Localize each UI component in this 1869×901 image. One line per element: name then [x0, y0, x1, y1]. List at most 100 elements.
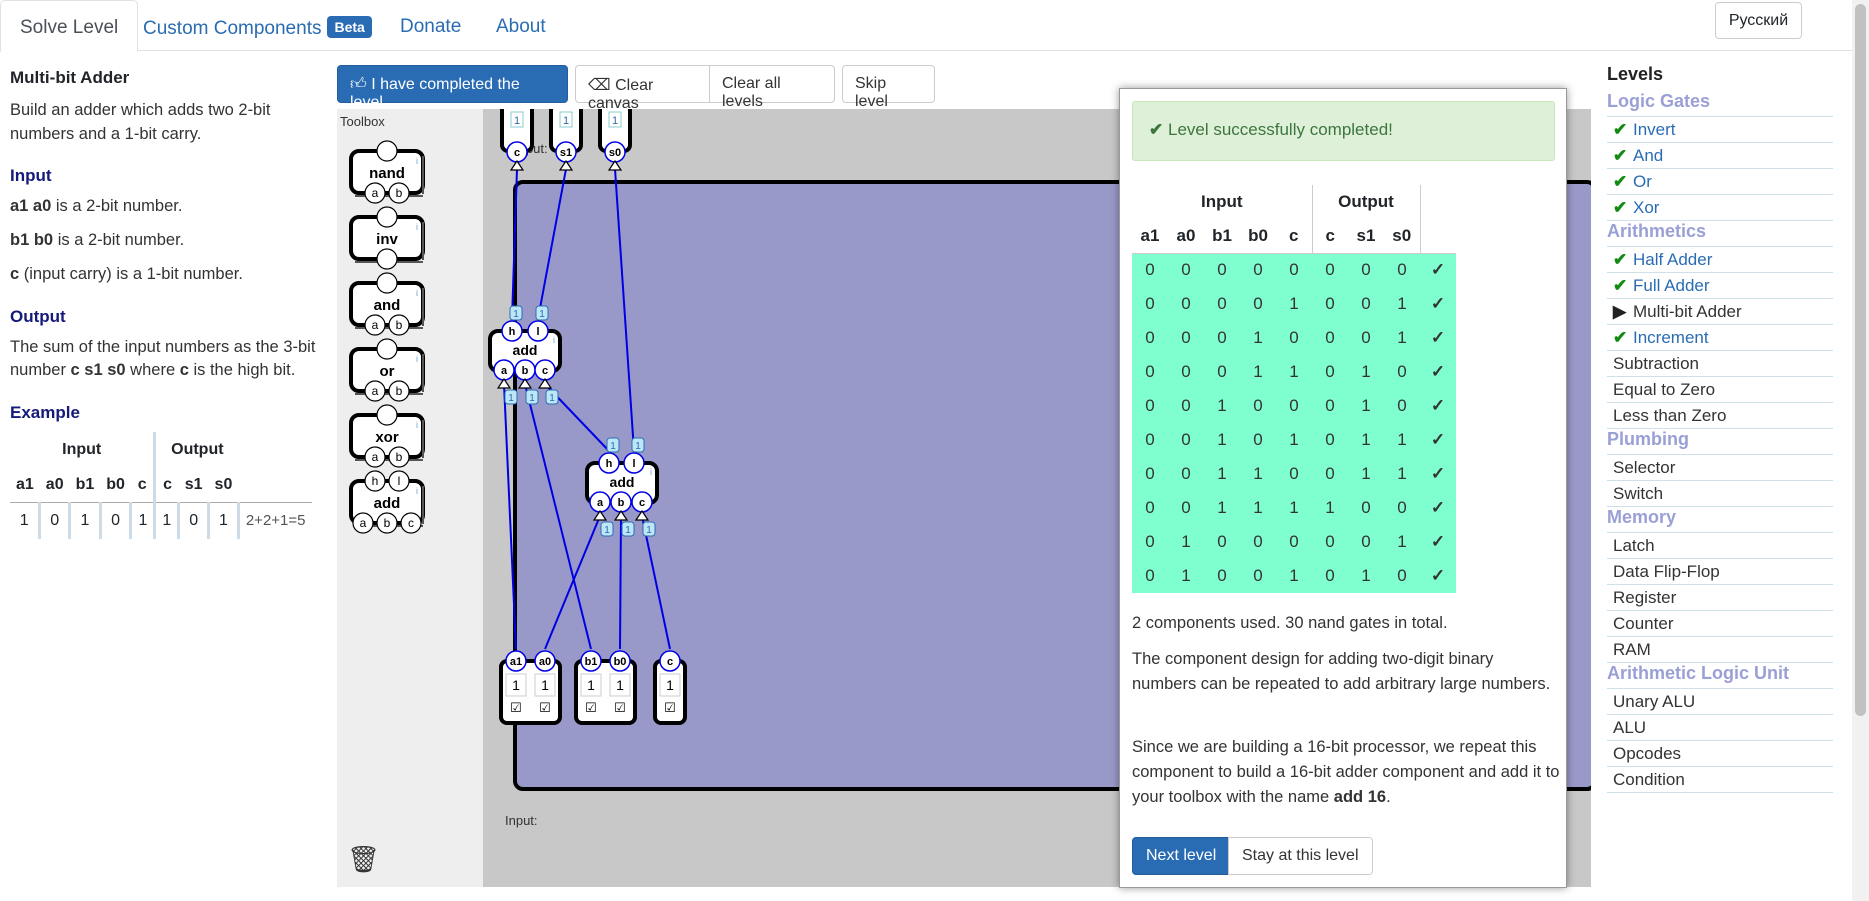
clear-canvas-button[interactable]: ⌫ Clear canvas	[575, 65, 710, 112]
truth-table-row: 0 0 0 1 0 0 0 1 ✓	[1132, 321, 1456, 355]
svg-text:1: 1	[541, 677, 549, 693]
toolbox: Toolbox nand i a b inv i and i a b or i a b xor i a b h l ad…	[337, 109, 483, 887]
level-item-multi-bit-adder[interactable]: ▶ Multi-bit Adder	[1607, 299, 1833, 325]
level-item-or[interactable]: ✔ Or	[1607, 169, 1833, 195]
level-item-opcodes[interactable]: Opcodes	[1607, 741, 1833, 767]
level-item-less-than-zero[interactable]: Less than Zero	[1607, 403, 1833, 429]
truth-col-header: c	[1312, 219, 1348, 254]
pin-label: a	[372, 384, 379, 398]
info-icon: i	[416, 486, 418, 496]
pin-label: a	[372, 318, 379, 332]
level-group-heading: Plumbing	[1607, 429, 1833, 455]
pin-label: a	[372, 186, 379, 200]
level-item-label: Half Adder	[1633, 250, 1713, 269]
tab-solve-level[interactable]: Solve Level	[0, 0, 139, 52]
tab-custom-components[interactable]: Custom Components Beta	[124, 0, 391, 52]
level-item-register[interactable]: Register	[1607, 585, 1833, 611]
svg-text:b1: b1	[585, 656, 598, 668]
output-heading: Output	[10, 306, 66, 326]
level-item-condition[interactable]: Condition	[1607, 767, 1833, 793]
tab-label: Custom Components	[143, 18, 322, 39]
language-button[interactable]: Русский	[1715, 2, 1802, 39]
row-check-icon: ✓	[1420, 491, 1456, 525]
pin-label: b	[384, 516, 391, 530]
level-item-half-adder[interactable]: ✔ Half Adder	[1607, 247, 1833, 273]
truth-col-header: s1	[1348, 219, 1384, 254]
next-level-button[interactable]: Next level	[1132, 837, 1231, 875]
input-checkbox: ☑	[614, 700, 626, 715]
stay-at-level-button[interactable]: Stay at this level	[1228, 837, 1373, 875]
svg-text:b: b	[618, 497, 625, 509]
pin-label: l	[398, 474, 401, 488]
level-item-switch[interactable]: Switch	[1607, 481, 1833, 507]
level-item-label: Subtraction	[1613, 354, 1699, 373]
top-nav: Solve Level Custom Components Beta Donate…	[0, 0, 1852, 52]
svg-text:1: 1	[625, 525, 631, 536]
truth-table-row: 0 0 0 1 1 0 1 0 ✓	[1132, 355, 1456, 389]
completed-level-button[interactable]: 👍︎ I have completed the level	[337, 65, 568, 111]
level-item-label: Selector	[1613, 458, 1676, 477]
level-item-label: Full Adder	[1633, 276, 1710, 295]
page-scrollbar[interactable]	[1852, 0, 1869, 901]
truth-col-header: a0	[1168, 219, 1204, 254]
svg-text:1: 1	[610, 441, 616, 452]
input-checkbox: ☑	[539, 700, 551, 715]
level-item-latch[interactable]: Latch	[1607, 533, 1833, 559]
level-item-alu[interactable]: ALU	[1607, 715, 1833, 741]
trash-icon[interactable]: 🗑︎	[347, 844, 380, 875]
truth-col-header: s0	[1384, 219, 1421, 254]
tab-donate[interactable]: Donate	[381, 0, 480, 52]
level-item-xor[interactable]: ✔ Xor	[1607, 195, 1833, 221]
svg-text:1: 1	[529, 393, 535, 404]
level-item-equal-to-zero[interactable]: Equal to Zero	[1607, 377, 1833, 403]
level-item-subtraction[interactable]: Subtraction	[1607, 351, 1833, 377]
truth-table-row: 0 0 1 0 1 0 1 1 ✓	[1132, 423, 1456, 457]
toolbox-nand-gate[interactable]: nand i a b	[349, 140, 425, 204]
svg-text:1: 1	[612, 115, 618, 127]
level-item-counter[interactable]: Counter	[1607, 611, 1833, 637]
pin-label: b	[396, 186, 403, 200]
level-item-and[interactable]: ✔ And	[1607, 143, 1833, 169]
svg-text:a1: a1	[510, 656, 522, 668]
level-item-label: Equal to Zero	[1613, 380, 1716, 399]
toolbox-and-gate[interactable]: and i a b	[349, 272, 425, 336]
toolbox-add-gate[interactable]: h l add i a b c	[349, 470, 425, 534]
example-col-header: b0	[100, 467, 131, 504]
eraser-icon: ⌫	[588, 77, 611, 94]
input-b-text: b1 b0 is a 2-bit number.	[10, 231, 185, 250]
level-item-ram[interactable]: RAM	[1607, 637, 1833, 663]
level-item-invert[interactable]: ✔ Invert	[1607, 117, 1833, 143]
svg-text:1: 1	[563, 115, 569, 127]
level-item-full-adder[interactable]: ✔ Full Adder	[1607, 273, 1833, 299]
toolbox-components: nandia binviandia boria bxoria bh laddia b c	[349, 140, 425, 534]
levels-title: Levels	[1607, 64, 1664, 84]
example-col-header: a1	[10, 467, 40, 504]
svg-text:1: 1	[508, 393, 514, 404]
truth-col-header: c	[1276, 219, 1313, 254]
level-group-heading: Arithmetic Logic Unit	[1607, 663, 1833, 689]
toolbox-xor-gate[interactable]: xor i a b	[349, 404, 425, 468]
svg-text:c: c	[514, 147, 520, 159]
pin-label: h	[372, 474, 379, 488]
success-alert: ✔ Level successfully completed!	[1132, 101, 1555, 161]
svg-text:1: 1	[512, 677, 520, 693]
tab-about[interactable]: About	[477, 0, 565, 52]
truth-col-header: b1	[1204, 219, 1240, 254]
level-item-increment[interactable]: ✔ Increment	[1607, 325, 1833, 351]
row-check-icon: ✓	[1420, 389, 1456, 423]
level-group-heading: Memory	[1607, 507, 1833, 533]
truth-table-row: 0 0 0 0 0 0 0 0 ✓	[1132, 253, 1456, 287]
toolbox-or-gate[interactable]: or i a b	[349, 338, 425, 402]
level-item-unary-alu[interactable]: Unary ALU	[1607, 689, 1833, 715]
scrollbar-thumb[interactable]	[1855, 4, 1866, 716]
gate-label: or	[380, 363, 395, 380]
toolbox-inv-gate[interactable]: inv i	[349, 206, 425, 270]
skip-level-button[interactable]: Skip level	[842, 65, 935, 110]
clear-all-levels-button[interactable]: Clear all levels	[709, 65, 835, 110]
level-item-selector[interactable]: Selector	[1607, 455, 1833, 481]
svg-text:1: 1	[604, 525, 610, 536]
pin-label: b	[396, 450, 403, 464]
level-group-heading: Arithmetics	[1607, 221, 1833, 247]
level-item-data-flip-flop[interactable]: Data Flip-Flop	[1607, 559, 1833, 585]
truth-table-row: 0 0 1 1 1 1 0 0 ✓	[1132, 491, 1456, 525]
